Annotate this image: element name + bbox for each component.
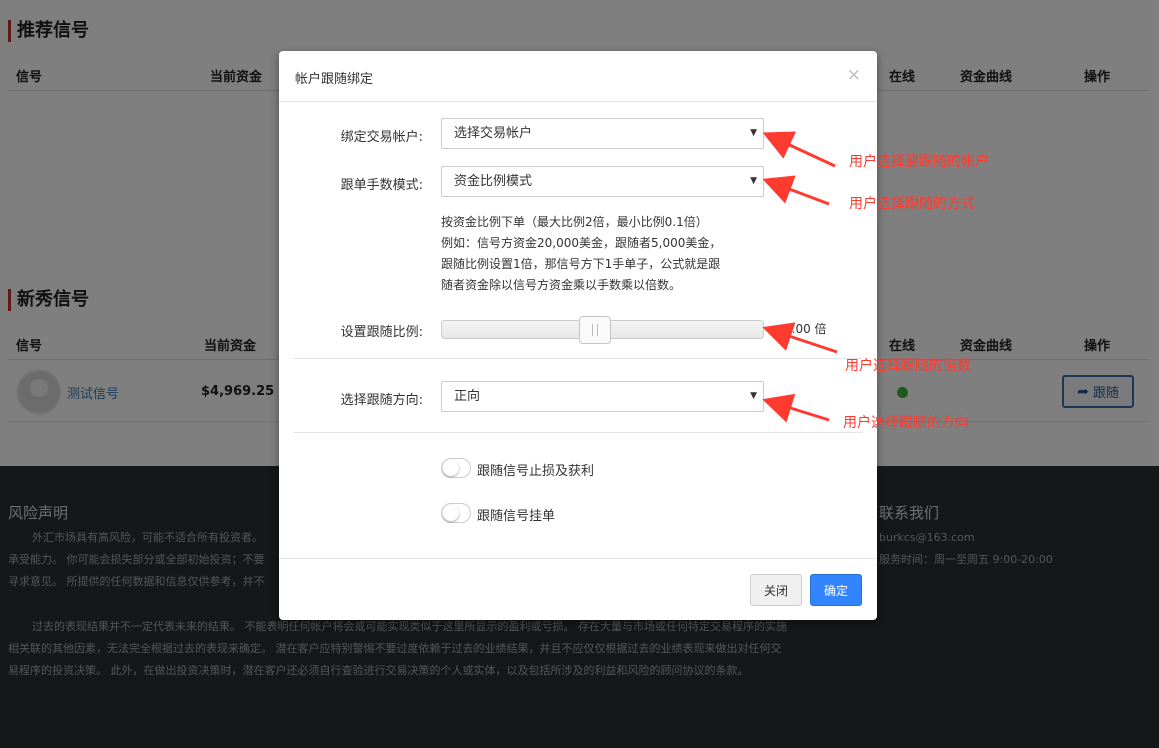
- caret-down-icon: ▼: [750, 128, 757, 138]
- divider: [293, 358, 863, 359]
- mode-select-value: 资金比例模式: [454, 174, 533, 189]
- dialog-footer-divider: [279, 558, 877, 559]
- direction-select-value: 正向: [454, 389, 481, 404]
- ratio-value: 1.00 倍: [784, 322, 827, 336]
- direction-select[interactable]: 正向 ▼: [441, 381, 764, 412]
- confirm-button[interactable]: 确定: [810, 574, 862, 606]
- close-button[interactable]: 关闭: [750, 574, 802, 606]
- ratio-slider[interactable]: [441, 316, 764, 344]
- caret-down-icon: ▼: [750, 176, 757, 186]
- follow-binding-dialog: 帐户跟随绑定 × 绑定交易帐户: 选择交易帐户 ▼ 跟单手数模式: 资金比例模式…: [279, 51, 877, 620]
- annotation-direction: 用户选择跟随的方向: [843, 415, 969, 431]
- caret-down-icon: ▼: [750, 391, 757, 401]
- account-select[interactable]: 选择交易帐户 ▼: [441, 118, 764, 149]
- dialog-title: 帐户跟随绑定: [295, 72, 374, 87]
- pending-order-toggle[interactable]: [441, 503, 471, 523]
- description-line: 随者资金除以信号方资金乘以手数乘以倍数。: [441, 278, 682, 292]
- direction-label: 选择跟随方向:: [340, 393, 423, 408]
- ratio-slider-handle[interactable]: [579, 316, 611, 344]
- divider: [293, 432, 863, 433]
- close-icon[interactable]: ×: [847, 65, 861, 85]
- dialog-header: 帐户跟随绑定 ×: [279, 51, 877, 102]
- pending-order-toggle-label: 跟随信号挂单: [477, 509, 556, 524]
- description-line: 按资金比例下单（最大比例2倍，最小比例0.1倍）: [441, 215, 708, 229]
- sl-tp-toggle-label: 跟随信号止损及获利: [477, 464, 595, 479]
- mode-description: 按资金比例下单（最大比例2倍，最小比例0.1倍） 例如：信号方资金20,000美…: [441, 212, 771, 296]
- description-line: 跟随比例设置1倍，那信号方下1手单子，公式就是跟: [441, 257, 721, 271]
- account-select-value: 选择交易帐户: [454, 126, 533, 141]
- annotation-account: 用户选择要跟随的帐户: [849, 154, 989, 170]
- account-label: 绑定交易帐户:: [340, 130, 423, 145]
- ratio-label: 设置跟随比例:: [340, 325, 423, 340]
- mode-select[interactable]: 资金比例模式 ▼: [441, 166, 764, 197]
- annotation-mode: 用户选择跟随的方式: [849, 196, 975, 212]
- annotation-ratio: 用户选择跟随的倍数: [845, 358, 971, 374]
- description-line: 例如：信号方资金20,000美金，跟随者5,000美金，: [441, 236, 722, 250]
- sl-tp-toggle[interactable]: [441, 458, 471, 478]
- mode-label: 跟单手数模式:: [340, 178, 423, 193]
